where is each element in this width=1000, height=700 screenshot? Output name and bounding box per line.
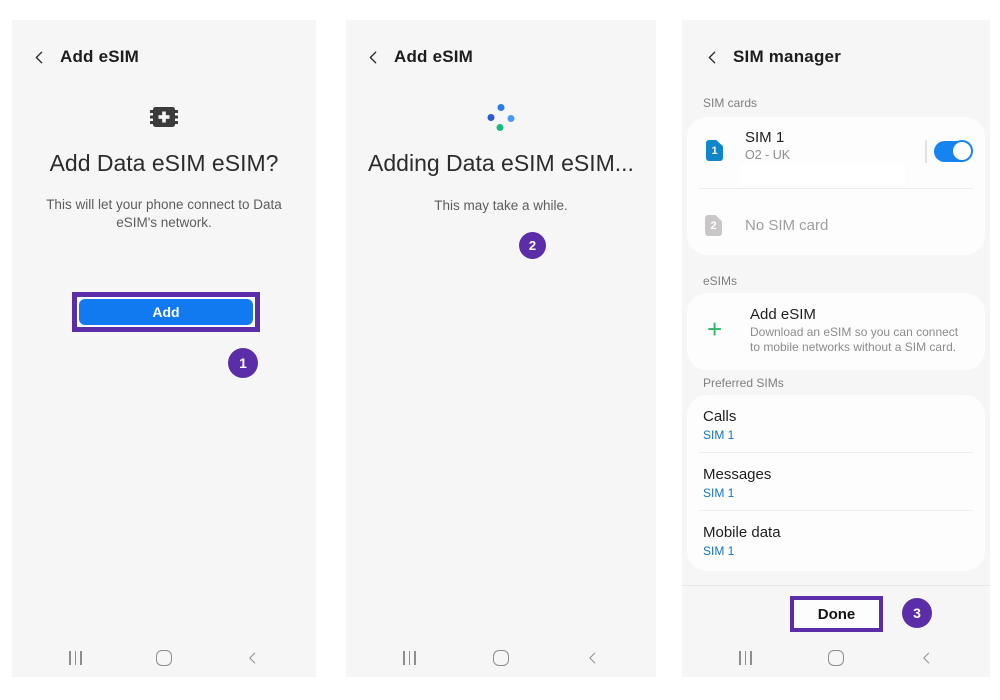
screenshot-canvas: Add eSIM Add Data eSIM eSIM? This will l… — [0, 0, 1000, 700]
annotation-highlight-add: Add — [72, 292, 260, 332]
header: Add eSIM — [366, 47, 473, 67]
phone-screen-sim-manager: SIM manager SIM cards 1 SIM 1 O2 - UK 2 … — [682, 20, 990, 677]
toggle-knob — [951, 140, 973, 162]
progress-description: This may take a while. — [434, 198, 568, 213]
confirm-description: This will let your phone connect to Data… — [46, 197, 282, 230]
sim1-carrier: O2 - UK — [745, 148, 791, 162]
preferred-messages-title[interactable]: Messages — [703, 466, 771, 483]
step-badge-1: 1 — [228, 348, 258, 378]
sim-cards-card — [687, 117, 985, 255]
preferred-mobile-data-title[interactable]: Mobile data — [703, 524, 781, 541]
add-esim-title[interactable]: Add eSIM — [750, 306, 816, 323]
phone-screen-add-esim-confirm: Add eSIM Add Data eSIM eSIM? This will l… — [12, 20, 316, 677]
nav-back-icon[interactable] — [920, 650, 933, 666]
back-icon[interactable] — [705, 50, 720, 65]
recents-icon[interactable] — [739, 651, 752, 665]
plus-icon: + — [707, 314, 723, 344]
android-navbar — [346, 639, 656, 677]
recents-icon[interactable] — [69, 651, 82, 665]
add-esim-subtitle: Download an eSIM so you can connect to m… — [750, 325, 959, 354]
back-icon[interactable] — [366, 50, 381, 65]
row-divider — [699, 510, 973, 511]
home-icon[interactable] — [492, 650, 509, 666]
footer-divider — [682, 585, 990, 586]
section-label-preferred-sims: Preferred SIMs — [703, 376, 784, 390]
android-navbar — [12, 639, 316, 677]
row-divider — [699, 452, 973, 453]
header: Add eSIM — [32, 47, 139, 67]
preferred-calls-title[interactable]: Calls — [703, 408, 736, 425]
header: SIM manager — [705, 47, 841, 67]
add-button[interactable]: Add — [79, 299, 253, 325]
section-label-sim-cards: SIM cards — [703, 96, 758, 110]
step-badge-2: 2 — [519, 232, 546, 259]
loading-spinner-icon — [487, 104, 515, 131]
phone-screen-add-esim-progress: Add eSIM Adding Data eSIM eSIM... This m… — [346, 20, 656, 677]
confirm-heading: Add Data eSIM eSIM? — [49, 150, 279, 176]
preferred-messages-value: SIM 1 — [703, 486, 735, 500]
page-title: SIM manager — [733, 47, 842, 66]
progress-heading: Adding Data eSIM eSIM... — [368, 150, 634, 176]
preferred-calls-value: SIM 1 — [703, 428, 735, 442]
back-icon[interactable] — [32, 50, 47, 65]
nav-back-icon[interactable] — [586, 650, 599, 666]
blank-overlay — [740, 165, 905, 185]
row-divider — [699, 188, 973, 189]
page-title: Add eSIM — [394, 47, 474, 66]
nav-back-icon[interactable] — [246, 650, 259, 666]
step-badge-3: 3 — [902, 598, 932, 628]
preferred-mobile-data-value: SIM 1 — [703, 544, 735, 558]
row-divider-vertical — [925, 140, 927, 163]
sim1-toggle[interactable] — [934, 140, 973, 162]
home-icon[interactable] — [827, 650, 844, 666]
sim-add-chip-icon — [150, 106, 178, 133]
sim1-title[interactable]: SIM 1 — [745, 129, 784, 146]
page-title: Add eSIM — [60, 47, 140, 66]
done-button[interactable]: Done — [790, 596, 883, 632]
home-icon[interactable] — [155, 650, 172, 666]
sim2-title: No SIM card — [745, 217, 829, 234]
recents-icon[interactable] — [403, 651, 416, 665]
android-navbar — [682, 639, 990, 677]
section-label-esims: eSIMs — [703, 274, 738, 288]
